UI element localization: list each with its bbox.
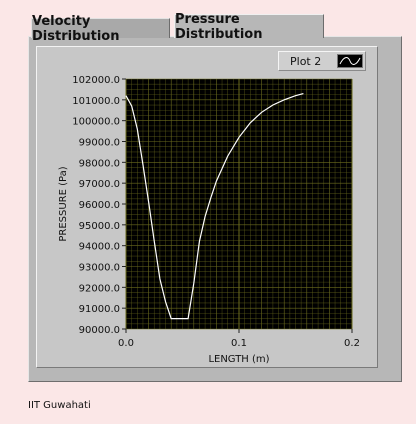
y-tick-label: 102000.0 xyxy=(72,75,120,86)
pressure-chart: 90000.0 91000.0 92000.0 93000.0 94000.0 95000… xyxy=(58,75,360,365)
y-tick-label: 91000.0 xyxy=(79,304,120,315)
y-axis-label: PRESSURE (Pa) xyxy=(58,166,69,241)
y-tick-label: 92000.0 xyxy=(79,283,120,294)
y-tick-label: 96000.0 xyxy=(79,200,120,211)
x-axis-label: LENGTH (m) xyxy=(208,354,269,365)
y-tick-label: 90000.0 xyxy=(79,325,120,336)
tab-pressure-distribution[interactable]: Pressure Distribution xyxy=(174,12,324,42)
x-tick-label: 0.2 xyxy=(344,338,360,349)
x-tick-label: 0.1 xyxy=(231,338,247,349)
x-tick-label: 0.0 xyxy=(118,338,134,349)
y-tick-label: 97000.0 xyxy=(79,179,120,190)
y-tick-label: 95000.0 xyxy=(79,221,120,232)
y-tick-label: 98000.0 xyxy=(79,158,120,169)
y-tick-label: 100000.0 xyxy=(72,117,120,128)
y-tick-label: 94000.0 xyxy=(79,242,120,253)
y-tick-label: 93000.0 xyxy=(79,263,120,274)
y-tick-label: 101000.0 xyxy=(72,96,120,107)
y-tick-label: 99000.0 xyxy=(79,138,120,149)
footer-credit: IIT Guwahati xyxy=(28,400,91,411)
